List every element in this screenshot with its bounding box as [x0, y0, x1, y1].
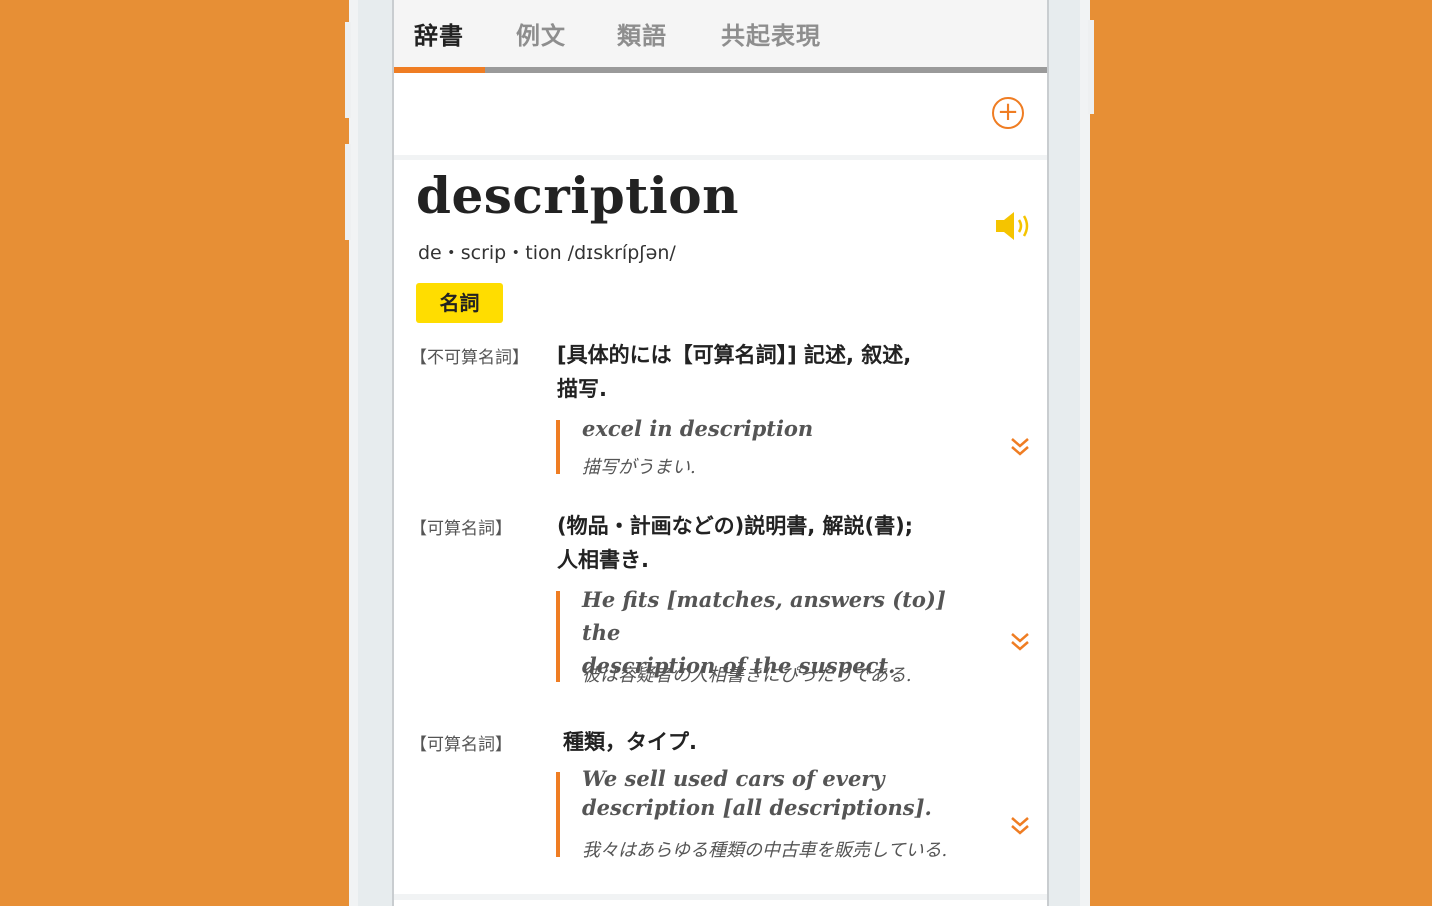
sense-definition-line: 人相書き. — [557, 548, 649, 572]
sense-definition: 種類，タイプ. — [563, 725, 963, 759]
volume-up-hardware-button — [345, 22, 351, 118]
example-english-line: description [all descriptions]. — [582, 795, 932, 820]
example-english-line: We sell used cars of every — [582, 766, 885, 791]
sense-definition-line: (物品・計画などの)説明書, 解説(書); — [557, 514, 914, 538]
headword: description — [416, 166, 739, 225]
sense-grammar-tag: 【可算名詞】 — [410, 519, 512, 539]
sense-definition-line: [具体的には【可算名詞】] 記述, 叙述, — [557, 343, 912, 367]
toolbar: + — [394, 73, 1047, 155]
bottom-divider — [394, 894, 1047, 900]
part-of-speech-badge: 名詞 — [416, 283, 503, 323]
tab-synonyms[interactable]: 類語 — [617, 16, 667, 51]
example-accent-bar — [556, 772, 560, 857]
example-accent-bar — [556, 420, 560, 474]
tab-bar: 辞書 例文 類語 共起表現 — [394, 0, 1047, 67]
sense-grammar-tag: 【不可算名詞】 — [410, 348, 529, 368]
pronunciation: de・scrip・tion /dɪskrípʃən/ — [418, 242, 676, 264]
example-japanese: 我々はあらゆる種類の中古車を販売している. — [582, 840, 948, 861]
example-japanese: 彼は容疑者の人相書きにぴったりである. — [582, 665, 912, 686]
chevron-double-down-icon[interactable] — [1009, 436, 1031, 458]
sense-definition-line: 種類，タイプ. — [563, 730, 697, 754]
sense-definition-line: 描写. — [557, 377, 607, 401]
example-english-line: He fits [matches, answers (to)] the — [582, 587, 946, 645]
plus-circle-icon[interactable]: + — [992, 97, 1024, 129]
volume-down-hardware-button — [345, 144, 351, 240]
app-screen: 辞書 例文 類語 共起表現 + description de・scrip・tio… — [392, 0, 1049, 906]
sense-definition: [具体的には【可算名詞】] 記述, 叙述, 描写. — [557, 338, 957, 406]
tab-example-sentences[interactable]: 例文 — [516, 16, 566, 51]
sense-definition: (物品・計画などの)説明書, 解説(書); 人相書き. — [557, 509, 957, 577]
example-english: excel in description — [582, 416, 814, 441]
example-accent-bar — [556, 591, 560, 682]
example-english: We sell used cars of every description [… — [582, 764, 962, 822]
chevron-double-down-icon[interactable] — [1009, 631, 1031, 653]
speaker-icon[interactable] — [994, 210, 1032, 242]
tab-dictionary[interactable]: 辞書 — [414, 16, 464, 51]
section-divider — [394, 155, 1047, 160]
sense-grammar-tag: 【可算名詞】 — [410, 735, 512, 755]
power-hardware-button — [1088, 20, 1094, 114]
chevron-double-down-icon[interactable] — [1009, 815, 1031, 837]
tab-collocations[interactable]: 共起表現 — [721, 16, 821, 51]
example-japanese: 描写がうまい. — [582, 457, 696, 478]
